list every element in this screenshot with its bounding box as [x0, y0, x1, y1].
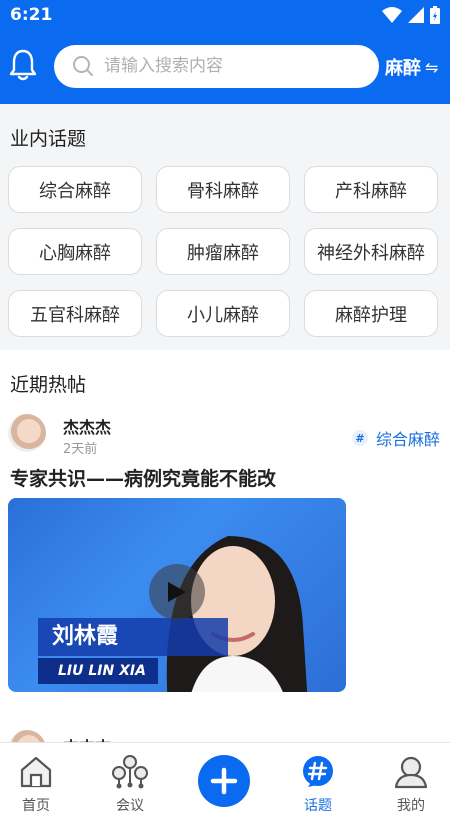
- search-input[interactable]: [104, 51, 364, 81]
- wifi-icon: [382, 7, 402, 23]
- tab-label: 会议: [116, 798, 144, 814]
- bottom-tab-bar: 首页 会议 话题 我的: [0, 742, 450, 828]
- speaker-name-plate: 刘林霞: [38, 618, 228, 656]
- category-switch-button[interactable]: 麻醉 ⇋: [385, 54, 438, 80]
- tab-meeting[interactable]: 会议: [95, 753, 165, 821]
- switch-icon: ⇋: [425, 57, 439, 77]
- play-icon[interactable]: [149, 564, 205, 620]
- post-topic-label: 综合麻醉: [375, 430, 440, 449]
- bell-icon[interactable]: [8, 48, 38, 82]
- tab-topics[interactable]: 话题: [283, 753, 353, 821]
- add-post-button[interactable]: [198, 755, 250, 807]
- topic-tag[interactable]: 产科麻醉: [304, 166, 438, 213]
- app-header: 麻醉 ⇋: [0, 32, 450, 104]
- profile-icon: [394, 756, 428, 789]
- tab-home[interactable]: 首页: [1, 753, 71, 821]
- post-title[interactable]: 专家共识——病例究竟能不能改: [10, 464, 276, 491]
- search-bar[interactable]: [54, 45, 379, 88]
- hot-section-title: 近期热帖: [10, 374, 87, 396]
- battery-icon: [430, 6, 440, 24]
- topic-tag[interactable]: 骨科麻醉: [156, 166, 290, 213]
- hashtag-icon: [303, 756, 333, 787]
- post-video-thumbnail[interactable]: 刘林霞 LIU LIN XIA: [8, 498, 346, 692]
- topic-tag[interactable]: 小儿麻醉: [156, 290, 290, 337]
- home-icon: [20, 756, 52, 788]
- speaker-name-en: LIU LIN XIA: [38, 658, 158, 684]
- category-label: 麻醉: [385, 58, 421, 79]
- status-icons: [382, 6, 440, 24]
- topic-tag[interactable]: 麻醉护理: [304, 290, 438, 337]
- topic-tag[interactable]: 神经外科麻醉: [304, 228, 438, 275]
- post-author[interactable]: 杰杰杰: [63, 414, 111, 438]
- signal-icon: [408, 7, 424, 23]
- plus-icon: [210, 767, 238, 795]
- topic-tag[interactable]: 综合麻醉: [8, 166, 142, 213]
- topics-section-title: 业内话题: [10, 128, 87, 150]
- hashtag-icon: #: [351, 430, 368, 446]
- avatar[interactable]: [8, 414, 46, 452]
- hot-posts-feed: 近期热帖 杰杰杰 2天前 # 综合麻醉 专家共识——病例究竟能不能改 刘林霞 L…: [0, 350, 450, 768]
- meeting-network-icon: [112, 755, 148, 789]
- topic-tag[interactable]: 心胸麻醉: [8, 228, 142, 275]
- tab-profile[interactable]: 我的: [376, 753, 446, 821]
- post-time: 2天前: [63, 442, 98, 457]
- topic-tag[interactable]: 肿瘤麻醉: [156, 228, 290, 275]
- topic-tag[interactable]: 五官科麻醉: [8, 290, 142, 337]
- status-time: 6:21: [10, 5, 53, 25]
- search-icon: [73, 56, 93, 76]
- post-topic-tag[interactable]: # 综合麻醉: [351, 426, 440, 450]
- tab-label: 话题: [304, 798, 332, 814]
- tab-label: 我的: [397, 798, 425, 814]
- tab-label: 首页: [22, 798, 50, 814]
- status-bar: 6:21: [0, 0, 450, 32]
